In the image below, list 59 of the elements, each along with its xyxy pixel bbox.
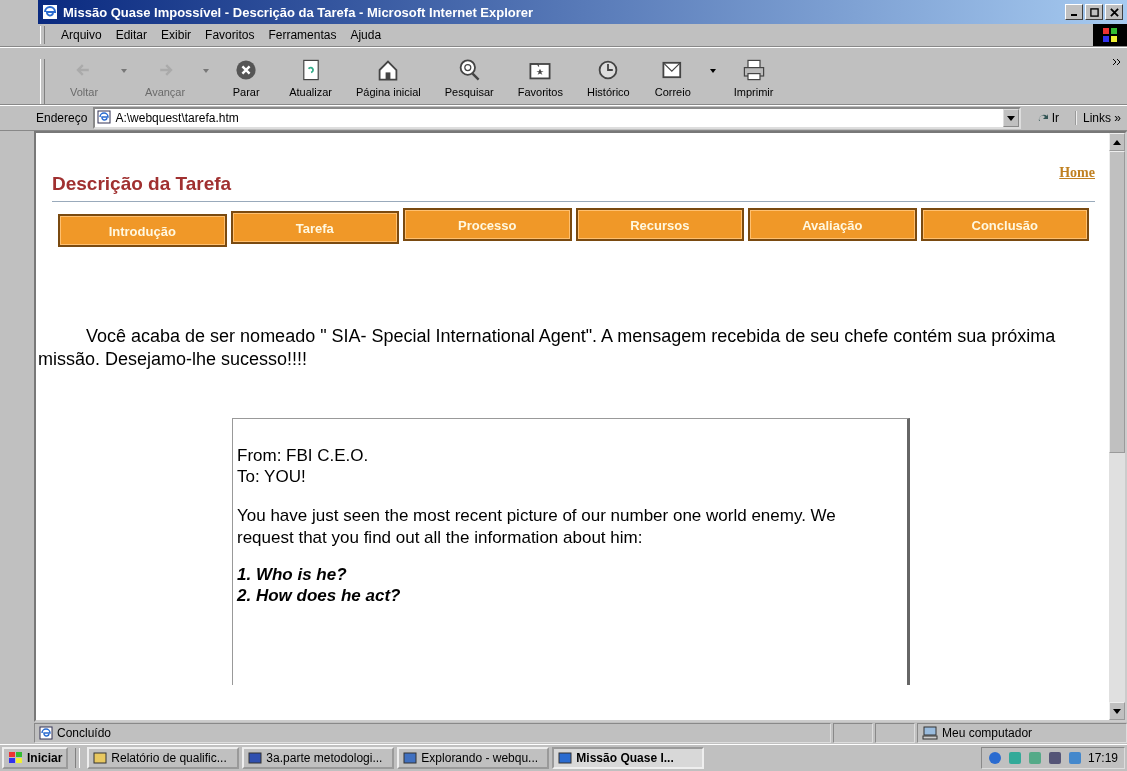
toolbar-button[interactable]: Histórico: [574, 54, 642, 104]
menu-item[interactable]: Ajuda: [344, 26, 388, 44]
menu-item[interactable]: Editar: [109, 26, 154, 44]
message-paragraph: You have just seen the most recent picture of our number one world enemy. We request that you find out all the information about him:: [237, 505, 837, 548]
computer-icon: [922, 726, 938, 740]
status-panel: [833, 723, 873, 743]
close-icon: [1109, 7, 1119, 17]
toolbar-button[interactable]: Favoritos: [505, 54, 575, 104]
toolbar-button[interactable]: Correio: [641, 54, 704, 104]
minimize-button[interactable]: [1065, 4, 1083, 20]
minimize-icon: [1071, 14, 1077, 16]
status-text: Concluído: [34, 723, 831, 743]
window-icon: [93, 751, 108, 765]
taskbar-button[interactable]: 3a.parte metodologi...: [242, 747, 395, 769]
question-text: 1. Who is he?: [237, 563, 348, 586]
window-icon: [558, 751, 573, 765]
window-title: Missão Quase Impossível - Descrição da Tarefa - Microsoft Internet Explorer: [63, 4, 535, 20]
scrollbar[interactable]: [1109, 133, 1125, 720]
links-button[interactable]: Links »: [1074, 111, 1127, 125]
page-heading: Descrição da Tarefa: [52, 173, 232, 195]
windows-logo: [1093, 24, 1127, 46]
menu-item[interactable]: Arquivo: [55, 26, 108, 44]
maximize-button[interactable]: [1085, 4, 1103, 20]
taskbar-button[interactable]: Relatório de qualific...: [87, 747, 240, 769]
recipient-line: To: YOU!: [237, 466, 307, 488]
menu-item[interactable]: Favoritos: [199, 26, 261, 44]
zone-indicator: Meu computador: [917, 723, 1127, 743]
menu-item[interactable]: Exibir: [155, 26, 198, 44]
window-icon: [248, 751, 263, 765]
toolbar-button[interactable]: Atualizar: [277, 54, 344, 104]
toolbar-button[interactable]: Pesquisar: [432, 54, 506, 104]
maximize-icon: [1089, 7, 1099, 17]
sender-line: From: FBI C.E.O.: [237, 444, 370, 467]
down-arrow-icon[interactable]: [1113, 708, 1121, 714]
toolbar-button[interactable]: Parar: [215, 54, 278, 104]
browser-icon: [42, 4, 58, 20]
status-panel: [875, 723, 915, 743]
close-button[interactable]: [1105, 4, 1123, 20]
intro-paragraph: Você acaba de ser nomeado " SIA- Special International Agent". A mensagem recebida de seu chefe contém sua próxima missão. Desejamo-lhe sucesso!!!!: [38, 325, 1057, 372]
toolbar-button[interactable]: Página inicial: [343, 54, 433, 104]
address-field[interactable]: A:\webquest\tarefa.htm: [93, 107, 1021, 129]
toolbar-button[interactable]: Imprimir: [721, 54, 786, 104]
clock-text: 17:19: [1087, 751, 1118, 765]
printer-icon: [741, 58, 766, 82]
go-arrow-icon: [1036, 112, 1049, 124]
taskbar-button[interactable]: Explorando - webqu...: [397, 747, 550, 769]
menu-item[interactable]: Ferramentas: [262, 26, 343, 44]
go-button[interactable]: Ir: [1024, 111, 1071, 125]
search-icon: [457, 58, 482, 82]
up-arrow-icon[interactable]: [1113, 139, 1121, 145]
start-button[interactable]: Iniciar: [2, 747, 69, 769]
question-text: 2. How does he act?: [237, 585, 402, 607]
stop-icon: [234, 58, 259, 82]
taskbar-button[interactable]: Missão Quase I...: [552, 747, 705, 769]
window-icon: [403, 751, 418, 765]
page-icon: [39, 726, 53, 740]
address-label: Endereço: [35, 111, 89, 125]
windows-logo-icon: [8, 751, 24, 765]
page-icon: [97, 109, 112, 127]
